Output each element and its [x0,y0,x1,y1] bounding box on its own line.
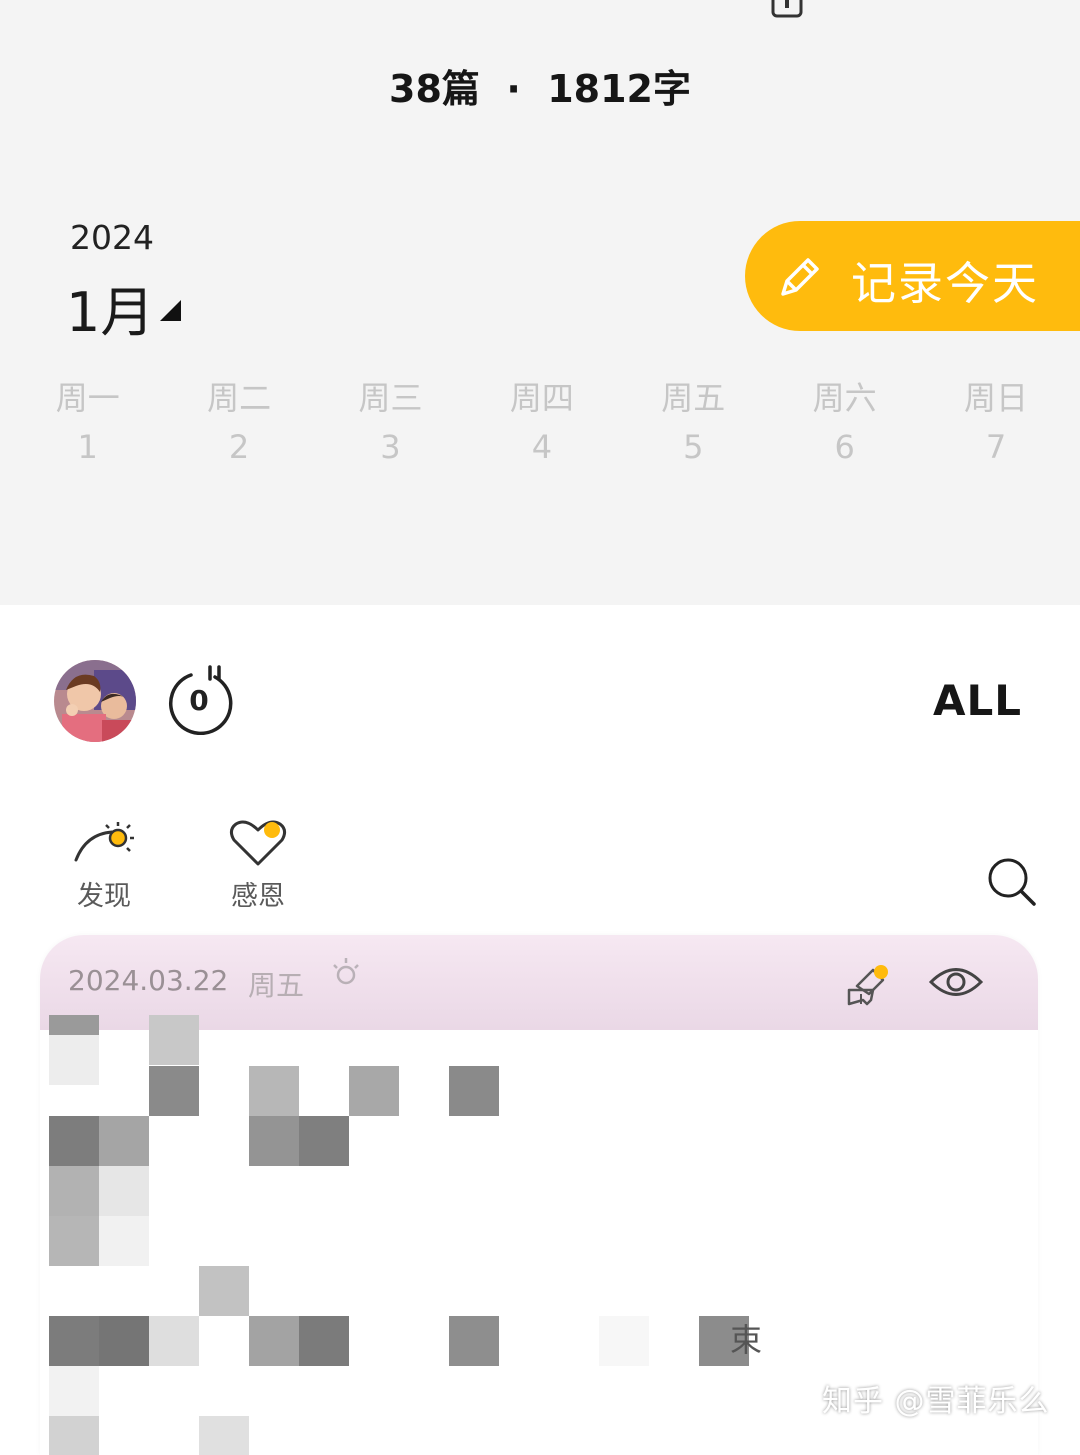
entry-text-fragment: 束 [730,1321,763,1359]
filter-all-button[interactable]: ALL [933,676,1022,725]
record-today-label: 记录今天 [851,257,1040,310]
day-name: 周一 [55,379,120,417]
day-date: 7 [985,428,1007,466]
timer-counter-icon[interactable]: 0 [163,663,235,735]
month-dropdown-icon[interactable] [160,300,181,321]
day-name: 周六 [812,379,877,417]
search-icon[interactable] [986,856,1038,908]
entry-date: 2024.03.22 [68,964,229,997]
day-date: 5 [683,428,704,466]
day-cell[interactable]: 周三 3 [315,378,466,476]
day-cell[interactable]: 周二 2 [163,378,314,476]
nav-gratitude-label: 感恩 [231,881,285,912]
day-date: 3 [380,428,401,466]
day-cell[interactable]: 周日 7 [920,378,1071,476]
month-selector[interactable]: 1月 [66,268,154,347]
day-cell[interactable]: 周六 6 [769,378,920,476]
day-name: 周五 [661,379,726,417]
week-strip: 周一 1 周二 2 周三 3 周四 4 周五 5 周六 6 周日 7 [12,378,1072,476]
pixelated-entry-content [49,1015,749,1455]
counter-value: 0 [189,684,208,717]
nav-discover[interactable]: 发现 [54,818,154,913]
read-aloud-icon[interactable] [845,960,895,1010]
sunrise-icon [74,822,134,862]
entry-weekday: 周五 [248,969,305,1002]
pencil-icon [781,258,819,296]
day-cell[interactable]: 周四 4 [466,378,617,476]
nav-discover-label: 发现 [77,881,131,912]
header-section: 38篇 · 1812字 2024 1月 记录今天 周一 1 周二 2 周三 3 … [0,0,1080,605]
avatar-image [54,660,136,742]
day-name: 周四 [509,379,574,417]
day-name: 周三 [358,379,423,417]
day-cell[interactable]: 周一 1 [12,378,163,476]
eye-icon[interactable] [928,963,984,1001]
weather-icon [333,958,359,985]
lock-icon[interactable] [771,0,803,18]
day-cell[interactable]: 周五 5 [618,378,769,476]
day-date: 4 [531,428,553,466]
day-name: 周日 [964,379,1029,417]
nav-gratitude[interactable]: 感恩 [208,818,308,913]
watermark: 知乎 @雪菲乐么 [822,1384,1050,1419]
day-date: 2 [228,428,250,466]
day-date: 6 [834,428,855,466]
year-label: 2024 [70,218,154,257]
record-today-button[interactable]: 记录今天 [745,221,1080,331]
heart-icon [229,820,287,866]
day-name: 周二 [207,379,272,417]
entry-stats: 38篇 · 1812字 [389,67,691,111]
avatar[interactable] [54,660,136,742]
day-date: 1 [77,428,98,466]
